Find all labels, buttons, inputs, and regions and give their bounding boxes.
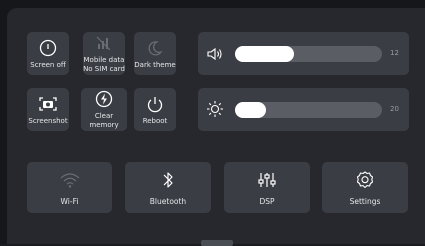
power-icon — [146, 94, 164, 114]
bluetooth-toggle[interactable]: Bluetooth — [125, 162, 211, 213]
bluetooth-label: Bluetooth — [149, 197, 187, 206]
screenshot-icon — [38, 94, 58, 114]
mobile-data-toggle[interactable]: Mobile data No SIM card — [83, 32, 125, 75]
wifi-toggle[interactable]: Wi-Fi — [27, 162, 112, 213]
volume-slider-fill — [235, 46, 294, 62]
speaker-icon — [206, 46, 224, 65]
clear-memory-toggle[interactable]: Clear memory — [81, 88, 127, 131]
sun-icon — [206, 100, 224, 122]
power-circle-icon — [39, 38, 57, 58]
screenshot-toggle[interactable]: Screenshot — [27, 88, 69, 131]
wifi-icon — [59, 169, 81, 191]
dsp-label: DSP — [259, 197, 275, 206]
mobile-data-icon — [95, 33, 113, 53]
clear-memory-icon — [95, 89, 113, 109]
screen-off-label: Screen off — [30, 60, 66, 69]
wifi-label: Wi-Fi — [60, 197, 79, 206]
control-center-screen: Screen off Mobile data No SIM card Dark … — [7, 8, 425, 244]
gear-icon — [355, 169, 375, 191]
brightness-slider-fill — [235, 102, 266, 118]
moon-icon — [146, 38, 164, 58]
reboot-toggle[interactable]: Reboot — [134, 88, 176, 131]
volume-slider[interactable] — [235, 46, 382, 62]
volume-value: 12 — [390, 49, 399, 57]
dark-theme-toggle[interactable]: Dark theme — [134, 32, 176, 75]
screenshot-label: Screenshot — [28, 116, 68, 125]
mobile-data-label: Mobile data No SIM card — [83, 56, 125, 73]
settings-label: Settings — [349, 197, 381, 206]
dark-theme-label: Dark theme — [134, 60, 176, 69]
bluetooth-icon — [161, 169, 175, 191]
drag-handle[interactable] — [201, 240, 233, 246]
clear-memory-label: Clear memory — [89, 112, 119, 129]
screen-off-toggle[interactable]: Screen off — [27, 32, 69, 75]
brightness-slider-panel: 20 — [198, 88, 409, 131]
settings-toggle[interactable]: Settings — [322, 162, 408, 213]
volume-slider-panel: 12 — [198, 32, 409, 75]
brightness-value: 20 — [390, 105, 399, 113]
equalizer-icon — [257, 169, 277, 191]
brightness-slider[interactable] — [235, 102, 382, 118]
dsp-toggle[interactable]: DSP — [224, 162, 310, 213]
reboot-label: Reboot — [142, 116, 168, 125]
